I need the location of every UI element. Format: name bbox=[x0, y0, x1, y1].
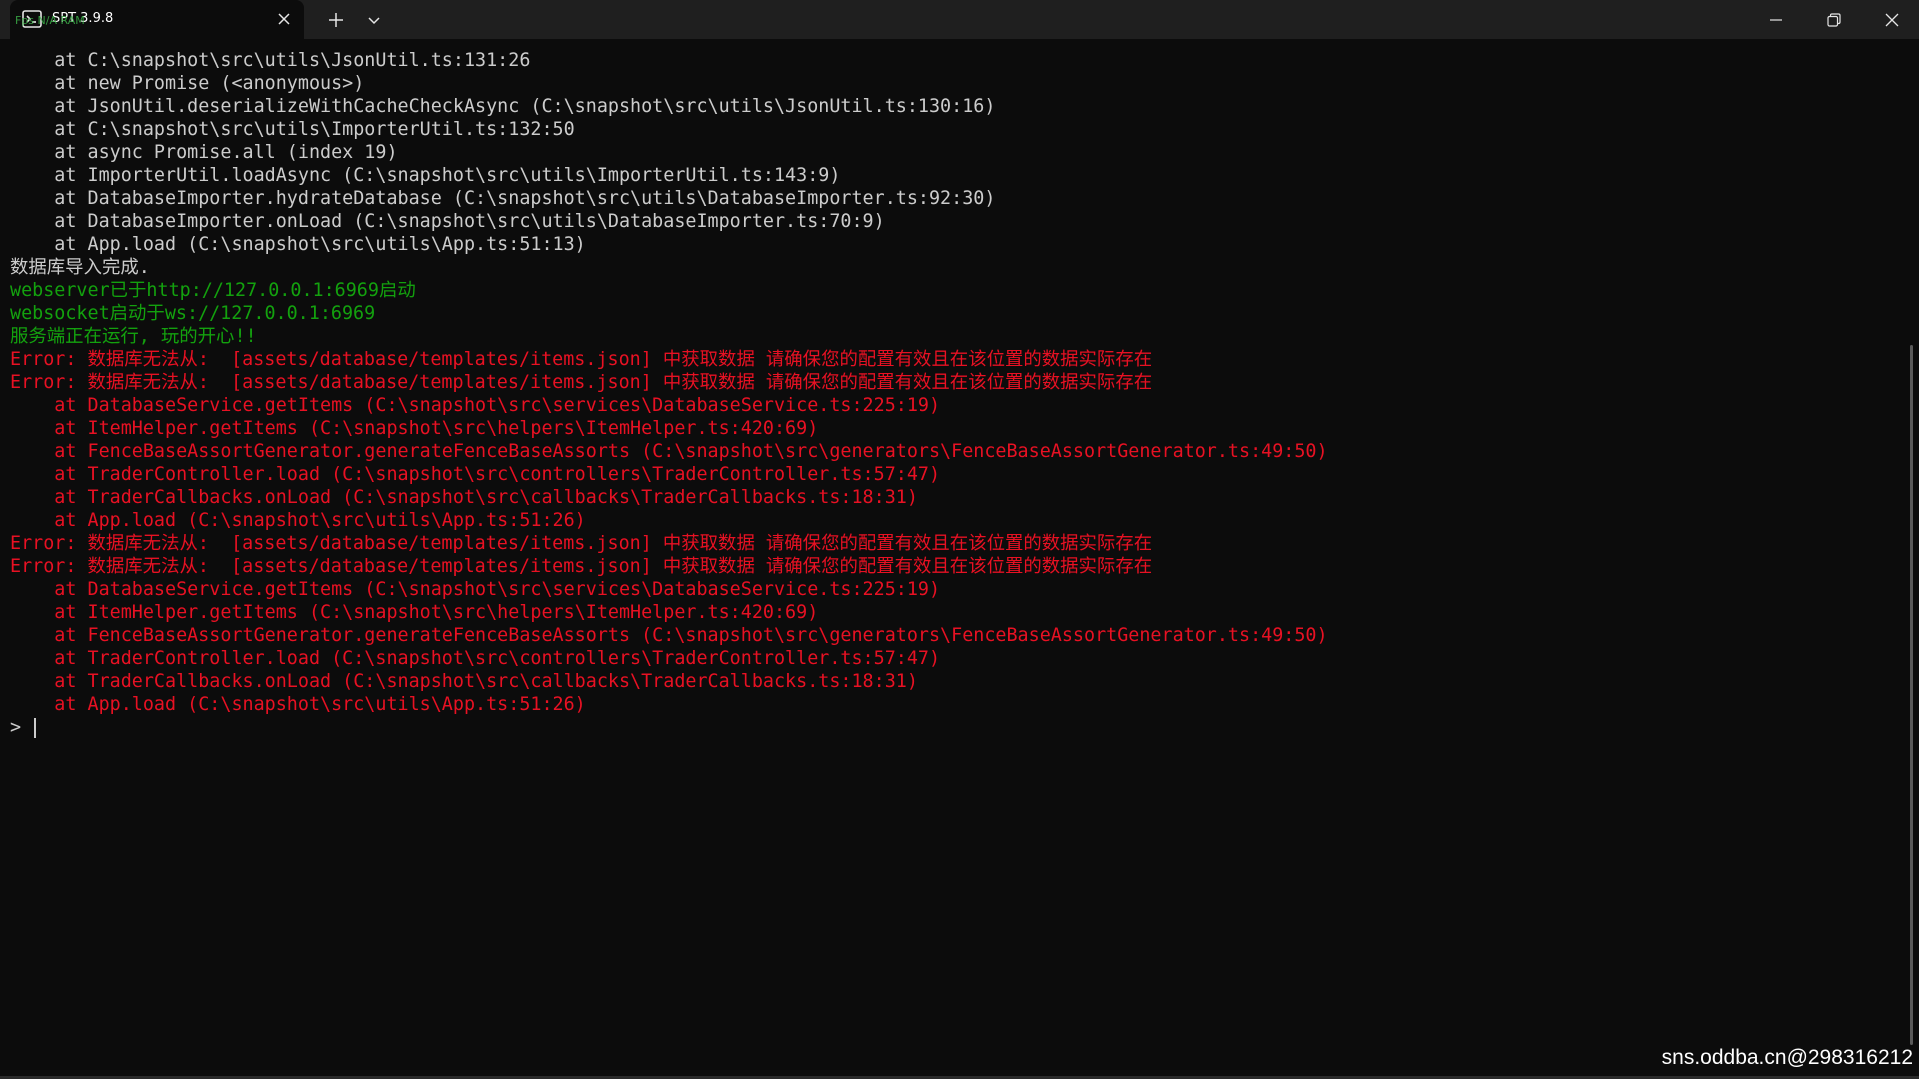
minimize-button[interactable] bbox=[1747, 0, 1803, 39]
close-icon bbox=[278, 13, 290, 25]
console-line: at ImporterUtil.loadAsync (C:\snapshot\s… bbox=[10, 165, 841, 186]
console-line: at C:\snapshot\src\utils\ImporterUtil.ts… bbox=[10, 119, 575, 140]
console-line: at DatabaseImporter.hydrateDatabase (C:\… bbox=[10, 188, 996, 209]
console-line: websocket启动于ws://127.0.0.1:6969 bbox=[10, 303, 376, 324]
console-lines: at C:\snapshot\src\utils\JsonUtil.ts:131… bbox=[10, 49, 1919, 716]
watermark: sns.oddba.cn@298316212 bbox=[1661, 1046, 1913, 1069]
console-line: at App.load (C:\snapshot\src\utils\App.t… bbox=[10, 234, 586, 255]
console-line: Error: 数据库无法从: [assets/database/template… bbox=[10, 349, 1153, 370]
console-line: webserver已于http://127.0.0.1:6969启动 bbox=[10, 280, 416, 301]
console-line: at DatabaseService.getItems (C:\snapshot… bbox=[10, 579, 941, 600]
title-bar: SPT 3.9.8 Fps N/A RAM bbox=[0, 0, 1919, 39]
console-line: at FenceBaseAssortGenerator.generateFenc… bbox=[10, 625, 1328, 646]
scrollbar[interactable] bbox=[1910, 345, 1913, 1045]
console-line: at TraderCallbacks.onLoad (C:\snapshot\s… bbox=[10, 487, 918, 508]
console-line: at TraderController.load (C:\snapshot\sr… bbox=[10, 648, 941, 669]
console-line: at TraderCallbacks.onLoad (C:\snapshot\s… bbox=[10, 671, 918, 692]
console-line: at async Promise.all (index 19) bbox=[10, 142, 398, 163]
plus-icon bbox=[329, 13, 343, 27]
console-line: 数据库导入完成. bbox=[10, 257, 150, 278]
command-prompt[interactable]: > bbox=[10, 716, 1919, 739]
restore-icon bbox=[1827, 13, 1841, 27]
console-line: at JsonUtil.deserializeWithCacheCheckAsy… bbox=[10, 96, 996, 117]
fps-overlay-text: Fps N/A RAM bbox=[15, 14, 85, 27]
console-line: 服务端正在运行, 玩的开心!! bbox=[10, 326, 257, 347]
console-line: at App.load (C:\snapshot\src\utils\App.t… bbox=[10, 510, 586, 531]
console-output[interactable]: at C:\snapshot\src\utils\JsonUtil.ts:131… bbox=[0, 39, 1919, 1079]
console-line: at new Promise (<anonymous>) bbox=[10, 73, 365, 94]
new-tab-button[interactable] bbox=[322, 8, 350, 32]
console-line: at App.load (C:\snapshot\src\utils\App.t… bbox=[10, 694, 586, 715]
console-line: at TraderController.load (C:\snapshot\sr… bbox=[10, 464, 941, 485]
text-cursor bbox=[34, 718, 37, 738]
console-line: Error: 数据库无法从: [assets/database/template… bbox=[10, 556, 1153, 577]
prompt-symbol: > bbox=[10, 717, 33, 738]
minimize-icon bbox=[1770, 19, 1782, 21]
console-line: Error: 数据库无法从: [assets/database/template… bbox=[10, 533, 1153, 554]
close-tab-button[interactable] bbox=[276, 11, 292, 27]
restore-button[interactable] bbox=[1805, 0, 1861, 39]
console-line: at C:\snapshot\src\utils\JsonUtil.ts:131… bbox=[10, 50, 531, 71]
console-line: at ItemHelper.getItems (C:\snapshot\src\… bbox=[10, 418, 819, 439]
close-icon bbox=[1885, 13, 1899, 27]
close-window-button[interactable] bbox=[1863, 0, 1919, 39]
console-line: at DatabaseService.getItems (C:\snapshot… bbox=[10, 395, 941, 416]
chevron-down-icon bbox=[368, 17, 380, 25]
console-line: at ItemHelper.getItems (C:\snapshot\src\… bbox=[10, 602, 819, 623]
tab-dropdown-button[interactable] bbox=[362, 8, 386, 32]
terminal-tab[interactable]: SPT 3.9.8 Fps N/A RAM bbox=[10, 0, 304, 39]
console-line: Error: 数据库无法从: [assets/database/template… bbox=[10, 372, 1153, 393]
console-line: at DatabaseImporter.onLoad (C:\snapshot\… bbox=[10, 211, 885, 232]
console-line: at FenceBaseAssortGenerator.generateFenc… bbox=[10, 441, 1328, 462]
